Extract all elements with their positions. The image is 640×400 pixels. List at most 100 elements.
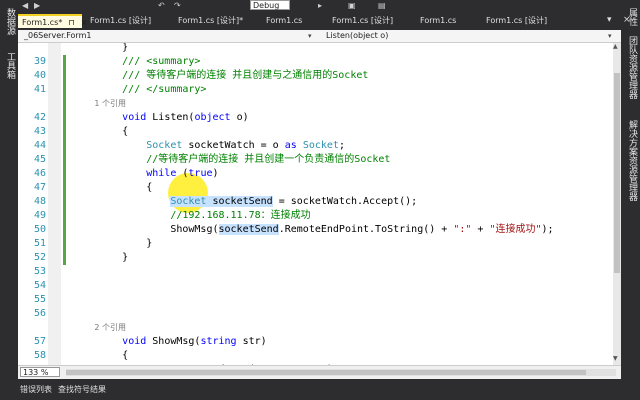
line-number: 58 (33, 350, 46, 361)
code-text: /// </summary> (74, 83, 206, 97)
horizontal-scrollbar[interactable] (66, 369, 616, 376)
change-indicator (63, 237, 66, 251)
format-icon[interactable]: ▤ (378, 1, 386, 11)
code-token: Socket (146, 140, 183, 151)
zoom-level[interactable]: 133 % (20, 367, 60, 377)
member-dropdown[interactable]: Listen(object o) (326, 30, 388, 42)
code-token: ); (541, 224, 554, 235)
code-text: while (true) (74, 167, 218, 181)
code-text: { (74, 181, 152, 195)
find-symbol-results-tab[interactable]: 查找符号结果 (58, 384, 106, 396)
code-text: ShowMsg(socketSend.RemoteEndPoint.ToStri… (74, 223, 554, 237)
reference-count-link[interactable]: 1 个引用 (74, 99, 126, 108)
code-text: { (74, 349, 128, 363)
code-line[interactable]: 46 while (true) (18, 167, 613, 181)
code-line[interactable]: 49 //192.168.11.78：连接成功 (18, 209, 613, 223)
scroll-up-icon[interactable]: ▲ (613, 43, 618, 50)
code-line[interactable]: 45 //等待客户端的连接 并且创建一个负责通信的Socket (18, 153, 613, 167)
tab-form1-cs-2[interactable]: Form1.cs (262, 14, 326, 28)
tab-form1-design-4[interactable]: Form1.cs [设计] (482, 14, 568, 28)
undo-icon[interactable]: ↶ (158, 1, 165, 11)
code-token: ":" (453, 224, 472, 235)
code-token: void (122, 112, 147, 123)
chevron-down-icon[interactable]: ▾ (608, 30, 612, 42)
line-number: 48 (33, 196, 46, 207)
solution-explorer-tab[interactable]: 解决方案资源管理器 (625, 120, 637, 201)
change-indicator (63, 125, 66, 139)
layout-icon[interactable]: ▣ (348, 1, 356, 11)
editor-status-bar: 133 % (18, 365, 621, 379)
change-indicator (63, 209, 66, 223)
tab-form1-design-1[interactable]: Form1.cs [设计] (86, 14, 172, 28)
close-all-icon[interactable]: × (623, 15, 631, 25)
code-editor[interactable]: } 39 /// <summary> 40 /// 等待客户端的连接 并且创建与之通… (18, 43, 613, 365)
codelens-row[interactable]: 1 个引用 (18, 97, 613, 111)
vertical-scrollbar[interactable]: ▲ ▼ (613, 43, 621, 365)
code-line[interactable]: 53 (18, 265, 613, 279)
code-text: //192.168.11.78：连接成功 (74, 209, 310, 223)
code-line[interactable]: 41 /// </summary> (18, 83, 613, 97)
code-text: } (74, 237, 152, 251)
code-line[interactable]: 51 } (18, 237, 613, 251)
toolbox-tab[interactable]: 工具箱 (3, 52, 15, 79)
change-indicator (63, 69, 66, 83)
pin-icon[interactable]: ⊓ (68, 18, 74, 27)
standard-toolbar: ◀ ▶ ↶ ↷ Debug ▸ ▣ ▤ (18, 0, 621, 12)
change-indicator (63, 111, 66, 125)
code-line[interactable]: 44 Socket socketWatch = o as Socket; (18, 139, 613, 153)
tab-label: Form1.cs* (22, 18, 63, 27)
code-line[interactable]: 57 void ShowMsg(string str) (18, 335, 613, 349)
reference-count-link[interactable]: 2 个引用 (74, 323, 126, 332)
tab-overflow-icon[interactable]: ▾ (607, 15, 612, 25)
code-line[interactable]: 43 { (18, 125, 613, 139)
code-text: Socket socketSend = socketWatch.Accept()… (74, 195, 417, 209)
code-line[interactable]: 50 ShowMsg(socketSend.RemoteEndPoint.ToS… (18, 223, 613, 237)
code-token: string (200, 336, 237, 347)
forward-icon[interactable]: ▶ (34, 1, 40, 11)
code-line[interactable]: 47 { (18, 181, 613, 195)
code-token: } (74, 43, 129, 53)
scrollbar-thumb[interactable] (614, 73, 620, 273)
line-number: 47 (33, 182, 46, 193)
data-sources-tab[interactable]: 数据源 (3, 8, 15, 35)
code-line[interactable]: 58 { (18, 349, 613, 363)
scroll-down-icon[interactable]: ▼ (613, 355, 618, 362)
back-icon[interactable]: ◀ (22, 1, 28, 11)
tab-form1-cs-3[interactable]: Form1.cs (416, 14, 480, 28)
tab-form1-design-2[interactable]: Form1.cs [设计]* (174, 14, 260, 28)
start-icon[interactable]: ▸ (318, 1, 322, 11)
error-list-tab[interactable]: 错误列表 (20, 384, 52, 396)
code-line[interactable]: 56 (18, 307, 613, 321)
team-explorer-tab[interactable]: 团队资源管理器 (625, 36, 637, 99)
redo-icon[interactable]: ↷ (174, 1, 181, 11)
line-number: 54 (33, 280, 46, 291)
scrollbar-thumb[interactable] (66, 370, 586, 375)
chevron-down-icon[interactable]: ▾ (308, 30, 312, 42)
line-number: 50 (33, 224, 46, 235)
line-number: 52 (33, 252, 46, 263)
code-line[interactable]: 42 void Listen(object o) (18, 111, 613, 125)
code-text: { (74, 125, 128, 139)
code-line[interactable]: 52 } (18, 251, 613, 265)
code-line[interactable]: 40 /// 等待客户端的连接 并且创建与之通信用的Socket (18, 69, 613, 83)
solution-configuration-dropdown[interactable]: Debug (250, 0, 290, 10)
codelens-row[interactable]: 2 个引用 (18, 321, 613, 335)
change-indicator (63, 181, 66, 195)
code-line[interactable]: 48 Socket socketSend = socketWatch.Accep… (18, 195, 613, 209)
code-line[interactable]: 55 (18, 293, 613, 307)
code-line[interactable]: } (18, 43, 613, 55)
code-token: /// 等待客户端的连接 并且创建与之通信用的Socket (74, 70, 369, 81)
code-token: .RemoteEndPoint.ToString() + (278, 224, 454, 235)
line-number: 49 (33, 210, 46, 221)
code-line[interactable]: 54 (18, 279, 613, 293)
change-indicator (63, 55, 66, 69)
tab-form1-cs-active[interactable]: Form1.cs* ⊓ × (18, 14, 87, 28)
code-token: as (284, 140, 297, 151)
code-token: socketWatch = o (182, 140, 285, 151)
tab-form1-design-3[interactable]: Form1.cs [设计] (328, 14, 414, 28)
class-dropdown[interactable]: _06Server.Form1 (24, 30, 91, 42)
code-token: } (74, 252, 129, 263)
code-text: //等待客户端的连接 并且创建一个负责通信的Socket (74, 153, 390, 167)
code-line[interactable]: 39 /// <summary> (18, 55, 613, 69)
